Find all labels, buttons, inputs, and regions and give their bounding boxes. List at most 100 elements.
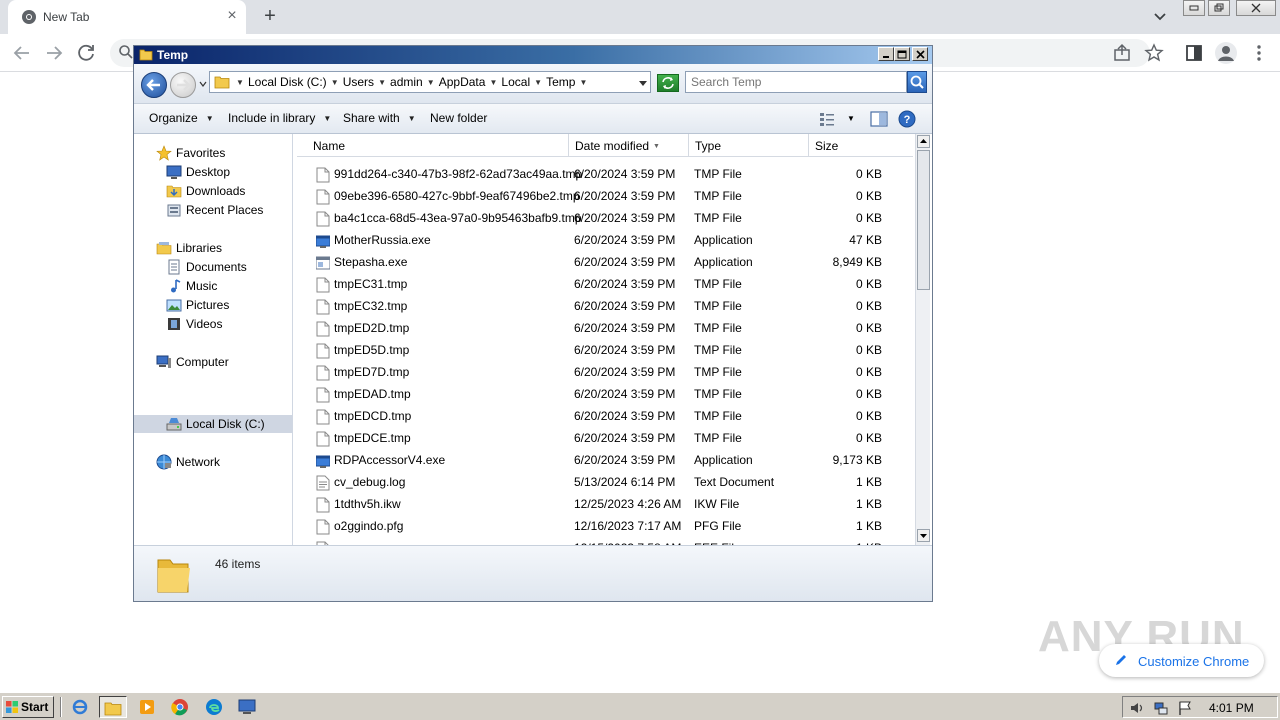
breadcrumb-appdata[interactable]: AppData <box>439 75 486 89</box>
taskbar-explorer[interactable] <box>99 696 127 718</box>
back-arrow-icon[interactable] <box>10 41 34 65</box>
scroll-up-button[interactable] <box>917 135 930 148</box>
network-status-icon[interactable] <box>1153 700 1169 716</box>
tab-new-tab[interactable]: New Tab × <box>8 0 246 34</box>
nav-downloads[interactable]: Downloads <box>166 182 245 200</box>
preview-pane-icon[interactable] <box>870 110 888 128</box>
nav-desktop[interactable]: Desktop <box>166 163 230 181</box>
kebab-menu-icon[interactable] <box>1249 43 1269 63</box>
refresh-button[interactable] <box>657 74 679 92</box>
breadcrumb-local-disk[interactable]: Local Disk (C:) <box>248 75 327 89</box>
reload-icon[interactable] <box>74 41 98 65</box>
nav-network[interactable]: Network <box>156 453 220 471</box>
nav-local-disk[interactable]: Local Disk (C:) <box>134 415 292 433</box>
taskbar-media-player[interactable] <box>133 696 161 718</box>
start-button[interactable]: Start <box>2 696 54 718</box>
minimize-button[interactable] <box>1183 0 1205 16</box>
breadcrumb-users[interactable]: Users <box>343 75 374 89</box>
breadcrumb-arrow-icon[interactable]: ▼ <box>578 78 588 87</box>
breadcrumb-temp[interactable]: Temp <box>546 75 575 89</box>
search-temp-field[interactable] <box>685 71 907 93</box>
search-button[interactable] <box>907 71 927 93</box>
breadcrumb-arrow-icon[interactable]: ▼ <box>426 78 436 87</box>
nav-documents[interactable]: Documents <box>166 258 247 276</box>
file-row[interactable]: 991dd264-c340-47b3-98f2-62ad73ac49aa.tmp… <box>297 162 913 184</box>
column-header-name[interactable]: Name <box>297 134 569 157</box>
file-row[interactable]: tmpED5D.tmp 6/20/2024 3:59 PM TMP File 0 KB <box>297 338 913 360</box>
recent-pages-dropdown-icon[interactable] <box>198 79 208 89</box>
file-row[interactable]: 09ebe396-6580-427c-9bbf-9eaf67496be2.tmp… <box>297 184 913 206</box>
explorer-titlebar[interactable]: Temp <box>134 46 932 64</box>
scroll-down-button[interactable] <box>917 529 930 542</box>
search-input[interactable] <box>691 73 881 91</box>
breadcrumb-local[interactable]: Local <box>501 75 530 89</box>
close-tab-icon[interactable]: × <box>224 8 240 24</box>
share-icon[interactable] <box>1112 43 1132 63</box>
tab-search-chevron-icon[interactable] <box>1150 8 1170 26</box>
taskbar-remote-app[interactable] <box>233 696 261 718</box>
file-row[interactable]: Stepasha.exe 6/20/2024 3:59 PM Application… <box>297 250 913 272</box>
file-row[interactable]: tmpEDAD.tmp 6/20/2024 3:59 PM TMP File 0 KB <box>297 382 913 404</box>
share-with-menu[interactable]: Share with ▼ <box>343 111 416 125</box>
file-row[interactable]: cv_debug.log 5/13/2024 6:14 PM Text Docume… <box>297 470 913 492</box>
volume-icon[interactable] <box>1129 700 1145 716</box>
bookmark-star-icon[interactable] <box>1144 43 1164 63</box>
vertical-scrollbar[interactable] <box>915 134 930 545</box>
file-row[interactable]: ba4c1cca-68d5-43ea-97a0-9b95463bafb9.tmp… <box>297 206 913 228</box>
breadcrumb-arrow-icon[interactable]: ▼ <box>533 78 543 87</box>
nav-music[interactable]: Music <box>166 277 217 295</box>
action-center-flag-icon[interactable] <box>1177 700 1193 716</box>
new-folder-button[interactable]: New folder <box>430 111 487 125</box>
scroll-thumb[interactable] <box>917 150 930 290</box>
customize-chrome-button[interactable]: Customize Chrome <box>1099 644 1264 677</box>
column-header-type[interactable]: Type <box>689 134 809 157</box>
explorer-close-button[interactable] <box>912 47 928 61</box>
column-header-size[interactable]: Size <box>809 134 913 157</box>
file-row[interactable]: tmpEC31.tmp 6/20/2024 3:59 PM TMP File 0 KB <box>297 272 913 294</box>
forward-arrow-icon[interactable] <box>42 41 66 65</box>
view-options-icon[interactable] <box>818 110 836 128</box>
file-row[interactable]: o2ggindo.pfg 12/16/2023 7:17 AM PFG File 1 … <box>297 514 913 536</box>
nav-favorites[interactable]: Favorites <box>156 144 225 162</box>
explorer-maximize-button[interactable] <box>894 47 910 61</box>
breadcrumb-arrow-icon[interactable]: ▼ <box>330 78 340 87</box>
nav-libraries[interactable]: Libraries <box>156 239 222 257</box>
include-in-library-menu[interactable]: Include in library ▼ <box>228 111 331 125</box>
nav-computer[interactable]: Computer <box>156 353 229 371</box>
view-dropdown-arrow-icon[interactable]: ▼ <box>847 114 857 132</box>
file-row[interactable]: tmpED2D.tmp 6/20/2024 3:59 PM TMP File 0 KB <box>297 316 913 338</box>
side-panel-icon[interactable] <box>1184 43 1204 63</box>
new-tab-button[interactable]: + <box>258 4 282 28</box>
restore-button[interactable] <box>1208 0 1230 16</box>
explorer-forward-button[interactable] <box>170 72 196 98</box>
breadcrumb-arrow-icon[interactable]: ▼ <box>488 78 498 87</box>
breadcrumb-arrow-icon[interactable]: ▼ <box>377 78 387 87</box>
taskbar-internet-explorer[interactable] <box>66 696 94 718</box>
file-row[interactable]: tmpEDCD.tmp 6/20/2024 3:59 PM TMP File 0 KB <box>297 404 913 426</box>
file-row[interactable]: MotherRussia.exe 6/20/2024 3:59 PM Applica… <box>297 228 913 250</box>
explorer-back-button[interactable] <box>141 72 167 98</box>
close-window-button[interactable] <box>1236 0 1276 16</box>
organize-menu[interactable]: Organize ▼ <box>149 111 214 125</box>
taskbar-chrome[interactable] <box>166 696 194 718</box>
nav-videos[interactable]: Videos <box>166 315 222 333</box>
address-history-dropdown-icon[interactable] <box>638 78 648 88</box>
explorer-minimize-button[interactable] <box>878 47 894 61</box>
file-row[interactable]: tmpED7D.tmp 6/20/2024 3:59 PM TMP File 0 KB <box>297 360 913 382</box>
file-row[interactable]: ...eee12/15/2023 7:58 AMEEE File1 KB <box>297 536 913 545</box>
nav-pictures[interactable]: Pictures <box>166 296 229 314</box>
file-row[interactable]: 1tdthv5h.ikw 12/25/2023 4:26 AM IKW File 1 … <box>297 492 913 514</box>
taskbar-edge[interactable] <box>200 696 228 718</box>
file-row[interactable]: tmpEC32.tmp 6/20/2024 3:59 PM TMP File 0 KB <box>297 294 913 316</box>
taskbar-clock[interactable]: 4:01 PM <box>1209 701 1254 715</box>
address-bar[interactable]: ▼ Local Disk (C:) ▼ Users ▼ admin ▼ AppD… <box>209 71 651 93</box>
help-icon[interactable]: ? <box>898 110 916 128</box>
nav-recent-places[interactable]: Recent Places <box>166 201 263 219</box>
file-date: 6/20/2024 3:59 PM <box>574 167 676 181</box>
breadcrumb-admin[interactable]: admin <box>390 75 423 89</box>
file-row[interactable]: RDPAccessorV4.exe 6/20/2024 3:59 PM Applic… <box>297 448 913 470</box>
breadcrumb-arrow-icon[interactable]: ▼ <box>235 78 245 87</box>
column-header-date-modified[interactable]: Date modified ▼ <box>569 134 689 157</box>
file-row[interactable]: tmpEDCE.tmp 6/20/2024 3:59 PM TMP File 0 KB <box>297 426 913 448</box>
profile-avatar-icon[interactable] <box>1214 41 1238 65</box>
